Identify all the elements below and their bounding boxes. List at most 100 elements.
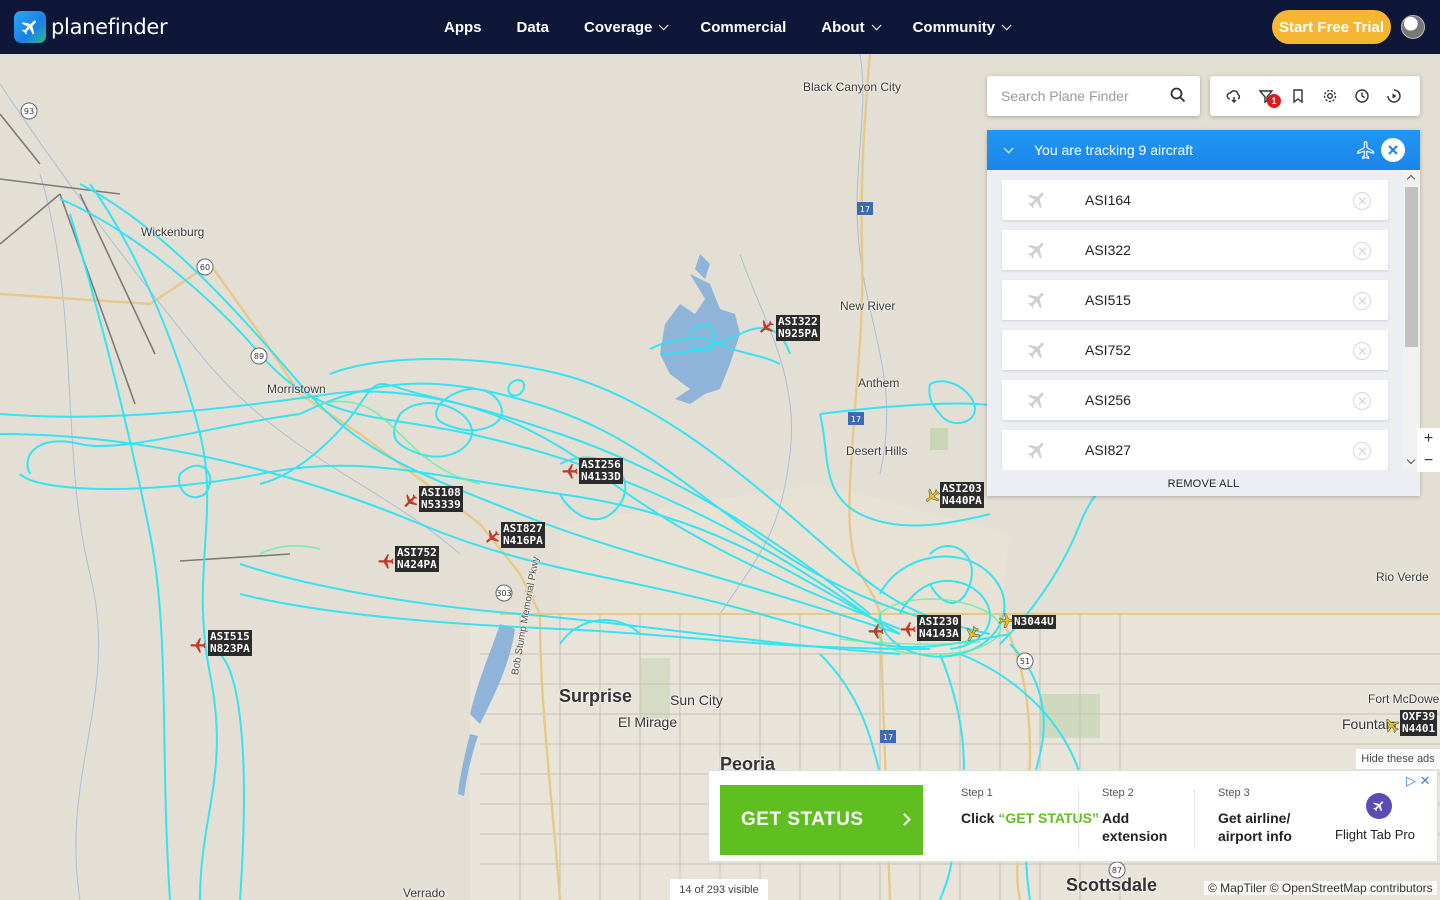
list-item[interactable]: ASI322: [1002, 230, 1388, 270]
aircraft-label[interactable]: ASI322 N925PA: [776, 315, 820, 341]
zoom-out-button[interactable]: −: [1417, 450, 1440, 472]
aircraft-label[interactable]: ASI752 N424PA: [395, 546, 439, 572]
place-label: Desert Hills: [846, 444, 908, 458]
remove-aircraft-icon[interactable]: [1353, 242, 1371, 260]
place-label: Black Canyon City: [803, 80, 902, 94]
list-item[interactable]: ASI827: [1002, 430, 1388, 470]
filter-badge: 1: [1267, 94, 1281, 108]
nav-coverage[interactable]: Coverage: [584, 19, 669, 36]
aircraft-icon[interactable]: [757, 318, 775, 336]
svg-text:17: 17: [883, 733, 893, 742]
main-menu: Apps Data Coverage Commercial About Comm…: [444, 0, 1043, 54]
scrollbar-thumb[interactable]: [1405, 187, 1418, 347]
remove-aircraft-icon[interactable]: [1353, 442, 1371, 460]
aircraft-icon[interactable]: [401, 492, 419, 510]
playback-icon[interactable]: [1378, 80, 1410, 112]
map-attribution[interactable]: © MapTiler © OpenStreetMap contributors: [1204, 881, 1437, 895]
list-item[interactable]: ASI164: [1002, 180, 1388, 220]
remove-aircraft-icon[interactable]: [1353, 392, 1371, 410]
ad-banner[interactable]: GET STATUS Step 1 Click “GET STATUS” Ste…: [708, 770, 1438, 862]
aircraft-label[interactable]: OXF39 N4401: [1400, 710, 1438, 736]
place-label: Fort McDowell: [1368, 692, 1440, 706]
aircraft-callsign: ASI256: [1085, 392, 1131, 408]
product-name: Flight Tab Pro: [1335, 827, 1415, 842]
scroll-down-icon[interactable]: [1406, 455, 1416, 465]
aircraft-icon[interactable]: [377, 552, 395, 570]
chevron-right-icon: [898, 813, 911, 826]
remove-aircraft-icon[interactable]: [1353, 342, 1371, 360]
chevron-down-icon: [659, 19, 669, 30]
aircraft-label[interactable]: N3044U: [1012, 615, 1056, 629]
tracking-panel-header[interactable]: You are tracking 9 aircraft: [987, 130, 1420, 170]
bookmark-icon[interactable]: [1282, 80, 1314, 112]
list-scrollbar[interactable]: [1403, 170, 1420, 470]
divider: [1194, 789, 1195, 849]
tracking-title: You are tracking 9 aircraft: [1034, 142, 1194, 158]
chevron-down-icon[interactable]: [1003, 142, 1014, 153]
zoom-control: + −: [1417, 428, 1440, 472]
svg-text:60: 60: [200, 263, 210, 272]
nav-about[interactable]: About: [821, 19, 882, 36]
top-navbar: planefinder Apps Data Coverage Commercia…: [0, 0, 1440, 54]
svg-text:89: 89: [254, 352, 264, 361]
map-toolbar: 1: [1210, 76, 1420, 116]
nav-commercial[interactable]: Commercial: [700, 19, 786, 36]
list-item[interactable]: ASI256: [1002, 380, 1388, 420]
aircraft-icon[interactable]: [899, 620, 917, 638]
place-label: Verrado: [403, 886, 446, 900]
nav-apps[interactable]: Apps: [444, 19, 482, 36]
airplane-icon: [1027, 392, 1044, 409]
close-icon[interactable]: [1381, 138, 1405, 162]
search-icon[interactable]: [1170, 87, 1186, 108]
list-item[interactable]: ASI515: [1002, 280, 1388, 320]
flight-tab-pro-icon: [1366, 793, 1392, 819]
remove-aircraft-icon[interactable]: [1353, 192, 1371, 210]
place-label: Anthem: [858, 376, 900, 390]
svg-text:17: 17: [851, 415, 861, 424]
chevron-down-icon: [1001, 19, 1012, 30]
search-input[interactable]: [1001, 88, 1171, 104]
aircraft-label[interactable]: ASI827 N416PA: [501, 522, 545, 548]
svg-text:87: 87: [1112, 866, 1122, 875]
aircraft-icon[interactable]: [923, 487, 941, 505]
place-label: New River: [840, 299, 896, 313]
scroll-up-icon[interactable]: [1406, 174, 1416, 184]
svg-text:93: 93: [24, 107, 34, 116]
aircraft-callsign: ASI827: [1085, 442, 1131, 458]
aircraft-icon[interactable]: [189, 636, 207, 654]
planefinder-logo[interactable]: planefinder: [14, 11, 168, 43]
remove-aircraft-icon[interactable]: [1353, 292, 1371, 310]
aircraft-icon[interactable]: [561, 462, 579, 480]
aircraft-label[interactable]: ASI203 N440PA: [940, 482, 984, 508]
plane-logo-icon: [14, 11, 46, 43]
aircraft-icon[interactable]: [1383, 716, 1401, 734]
place-label: Rio Verde: [1376, 570, 1429, 584]
aircraft-label[interactable]: ASI256 N4133D: [579, 458, 623, 484]
nav-data[interactable]: Data: [517, 19, 550, 36]
place-label: Surprise: [559, 686, 633, 706]
avatar[interactable]: [1401, 15, 1425, 39]
aircraft-icon[interactable]: [963, 625, 981, 643]
aircraft-label[interactable]: ASI515 N823PA: [208, 630, 252, 656]
place-label: Sun City: [670, 692, 723, 708]
aircraft-label[interactable]: ASI108 N53339: [419, 486, 463, 512]
weather-icon[interactable]: [1218, 80, 1250, 112]
settings-icon[interactable]: [1314, 80, 1346, 112]
get-status-button[interactable]: GET STATUS: [720, 785, 923, 855]
ad-choices-icon[interactable]: ▷ ✕: [1406, 773, 1431, 789]
history-icon[interactable]: [1346, 80, 1378, 112]
place-label: Scottsdale: [1066, 875, 1158, 895]
remove-all-button[interactable]: REMOVE ALL: [987, 472, 1420, 496]
aircraft-icon[interactable]: [867, 622, 885, 640]
airplane-icon: [1027, 242, 1044, 259]
airplane-icon: [1027, 292, 1044, 309]
list-item[interactable]: ASI752: [1002, 330, 1388, 370]
start-free-trial-button[interactable]: Start Free Trial: [1272, 10, 1391, 44]
aircraft-label[interactable]: ASI230 N4143A: [917, 615, 961, 641]
hide-ads-link[interactable]: Hide these ads: [1356, 749, 1440, 769]
place-label: El Mirage: [618, 714, 678, 730]
nav-community[interactable]: Community: [913, 19, 1012, 36]
zoom-in-button[interactable]: +: [1417, 428, 1440, 450]
aircraft-icon[interactable]: [483, 528, 501, 546]
filter-icon[interactable]: 1: [1250, 80, 1282, 112]
